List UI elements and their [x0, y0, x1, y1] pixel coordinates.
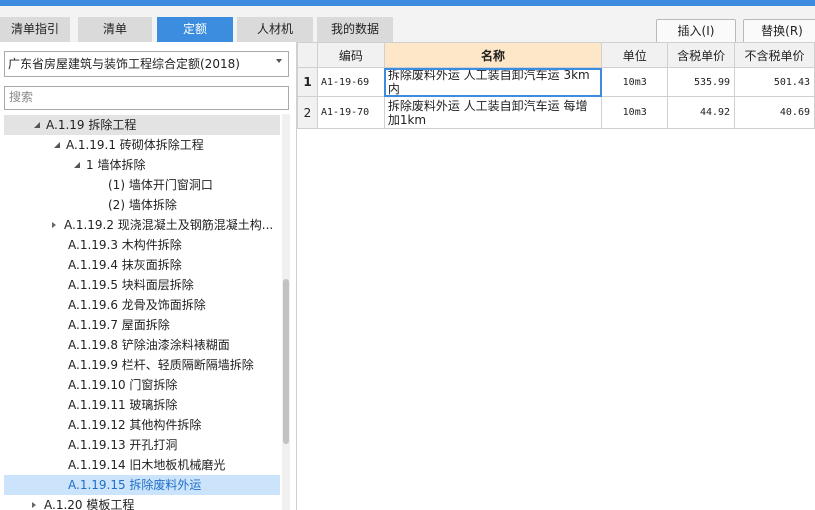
table-row[interactable]: 1 A1-19-69 拆除废料外运 人工装自卸汽车运 3km内 10m3 535… — [297, 67, 815, 97]
tree-item[interactable]: A.1.19.12 其他构件拆除 — [4, 415, 280, 435]
quota-table-panel: 编码 名称 单位 含税单价 不含税单价 1 A1-19-69 拆除废料外运 人工… — [297, 42, 815, 510]
notax-price-cell[interactable]: 40.69 — [734, 96, 815, 129]
row-number: 2 — [297, 96, 318, 129]
quota-table: 编码 名称 单位 含税单价 不含税单价 1 A1-19-69 拆除废料外运 人工… — [297, 42, 815, 129]
scrollbar-thumb[interactable] — [283, 279, 289, 444]
tree-item[interactable]: A.1.19.2 现浇混凝土及钢筋混凝土构... — [4, 215, 280, 235]
code-cell[interactable]: A1-19-70 — [316, 96, 385, 129]
tree-item[interactable]: A.1.19.6 龙骨及饰面拆除 — [4, 295, 280, 315]
row-number-header — [297, 42, 318, 68]
tree-item[interactable]: 1 墙体拆除 — [4, 155, 280, 175]
unit-cell[interactable]: 10m3 — [601, 96, 669, 129]
chevron-down-icon — [276, 59, 282, 63]
tree-item[interactable]: A.1.19.14 旧木地板机械磨光 — [4, 455, 280, 475]
expanded-arrow-icon — [74, 162, 80, 168]
tab-labor-material[interactable]: 人材机 — [237, 17, 313, 42]
tree-item[interactable]: (2) 墙体拆除 — [4, 195, 280, 215]
name-column-header[interactable]: 名称 — [383, 42, 603, 68]
tree-item[interactable]: A.1.19.10 门窗拆除 — [4, 375, 280, 395]
notax-price-cell[interactable]: 501.43 — [734, 67, 815, 97]
tree-item[interactable]: A.1.19.3 木构件拆除 — [4, 235, 280, 255]
tree-item[interactable]: A.1.19.9 栏杆、轻质隔断隔墙拆除 — [4, 355, 280, 375]
name-cell[interactable]: 拆除废料外运 人工装自卸汽车运 每增加1km — [383, 96, 603, 129]
library-select[interactable]: 广东省房屋建筑与装饰工程综合定额(2018) — [4, 51, 289, 77]
collapsed-arrow-icon — [32, 502, 36, 508]
tree-item[interactable]: A.1.19.5 块料面层拆除 — [4, 275, 280, 295]
search-field[interactable] — [4, 86, 289, 110]
tree-item[interactable]: A.1.19 拆除工程 — [4, 115, 280, 135]
tree-item[interactable]: A.1.19.13 开孔打洞 — [4, 435, 280, 455]
tree-scrollbar[interactable] — [282, 114, 290, 510]
tree-item[interactable]: (1) 墙体开门窗洞口 — [4, 175, 280, 195]
table-header-row: 编码 名称 单位 含税单价 不含税单价 — [297, 42, 815, 68]
tab-my-data[interactable]: 我的数据 — [317, 17, 393, 42]
table-row[interactable]: 2 A1-19-70 拆除废料外运 人工装自卸汽车运 每增加1km 10m3 4… — [297, 96, 815, 129]
unit-column-header[interactable]: 单位 — [601, 42, 669, 68]
quota-library-panel: 广东省房屋建筑与装饰工程综合定额(2018) A.1.19 拆除工程 A.1.1… — [0, 42, 297, 510]
insert-button[interactable]: 插入(I) — [656, 19, 736, 44]
code-cell[interactable]: A1-19-69 — [316, 67, 385, 97]
chapter-tree: A.1.19 拆除工程 A.1.19.1 砖砌体拆除工程 1 墙体拆除 (1) … — [0, 114, 282, 510]
tax-price-cell[interactable]: 535.99 — [667, 67, 736, 97]
tax-price-cell[interactable]: 44.92 — [667, 96, 736, 129]
tab-bar: 清单指引 清单 定额 人材机 我的数据 插入(I) 替换(R) — [0, 6, 815, 44]
tree-item[interactable]: A.1.19.4 抹灰面拆除 — [4, 255, 280, 275]
row-number: 1 — [297, 67, 318, 97]
code-column-header[interactable]: 编码 — [316, 42, 385, 68]
unit-cell[interactable]: 10m3 — [601, 67, 669, 97]
tree-item[interactable]: A.1.19.11 玻璃拆除 — [4, 395, 280, 415]
tax-price-column-header[interactable]: 含税单价 — [667, 42, 736, 68]
search-input[interactable] — [5, 87, 283, 107]
tree-item[interactable]: A.1.20 模板工程 — [4, 495, 280, 510]
tab-quota[interactable]: 定额 — [157, 17, 233, 42]
tree-item[interactable]: A.1.19.1 砖砌体拆除工程 — [4, 135, 280, 155]
name-cell[interactable]: 拆除废料外运 人工装自卸汽车运 3km内 — [383, 67, 603, 97]
tab-bill[interactable]: 清单 — [78, 17, 152, 42]
tree-item[interactable]: A.1.19.7 屋面拆除 — [4, 315, 280, 335]
tree-item[interactable]: A.1.19.8 铲除油漆涂料裱糊面 — [4, 335, 280, 355]
collapsed-arrow-icon — [52, 222, 56, 228]
tree-item-selected[interactable]: A.1.19.15 拆除废料外运 — [4, 475, 280, 495]
expanded-arrow-icon — [34, 122, 40, 128]
library-select-value: 广东省房屋建筑与装饰工程综合定额(2018) — [8, 57, 240, 71]
replace-button[interactable]: 替换(R) — [743, 19, 815, 44]
tab-bill-guide[interactable]: 清单指引 — [0, 17, 70, 42]
expanded-arrow-icon — [54, 142, 60, 148]
notax-price-column-header[interactable]: 不含税单价 — [734, 42, 815, 68]
